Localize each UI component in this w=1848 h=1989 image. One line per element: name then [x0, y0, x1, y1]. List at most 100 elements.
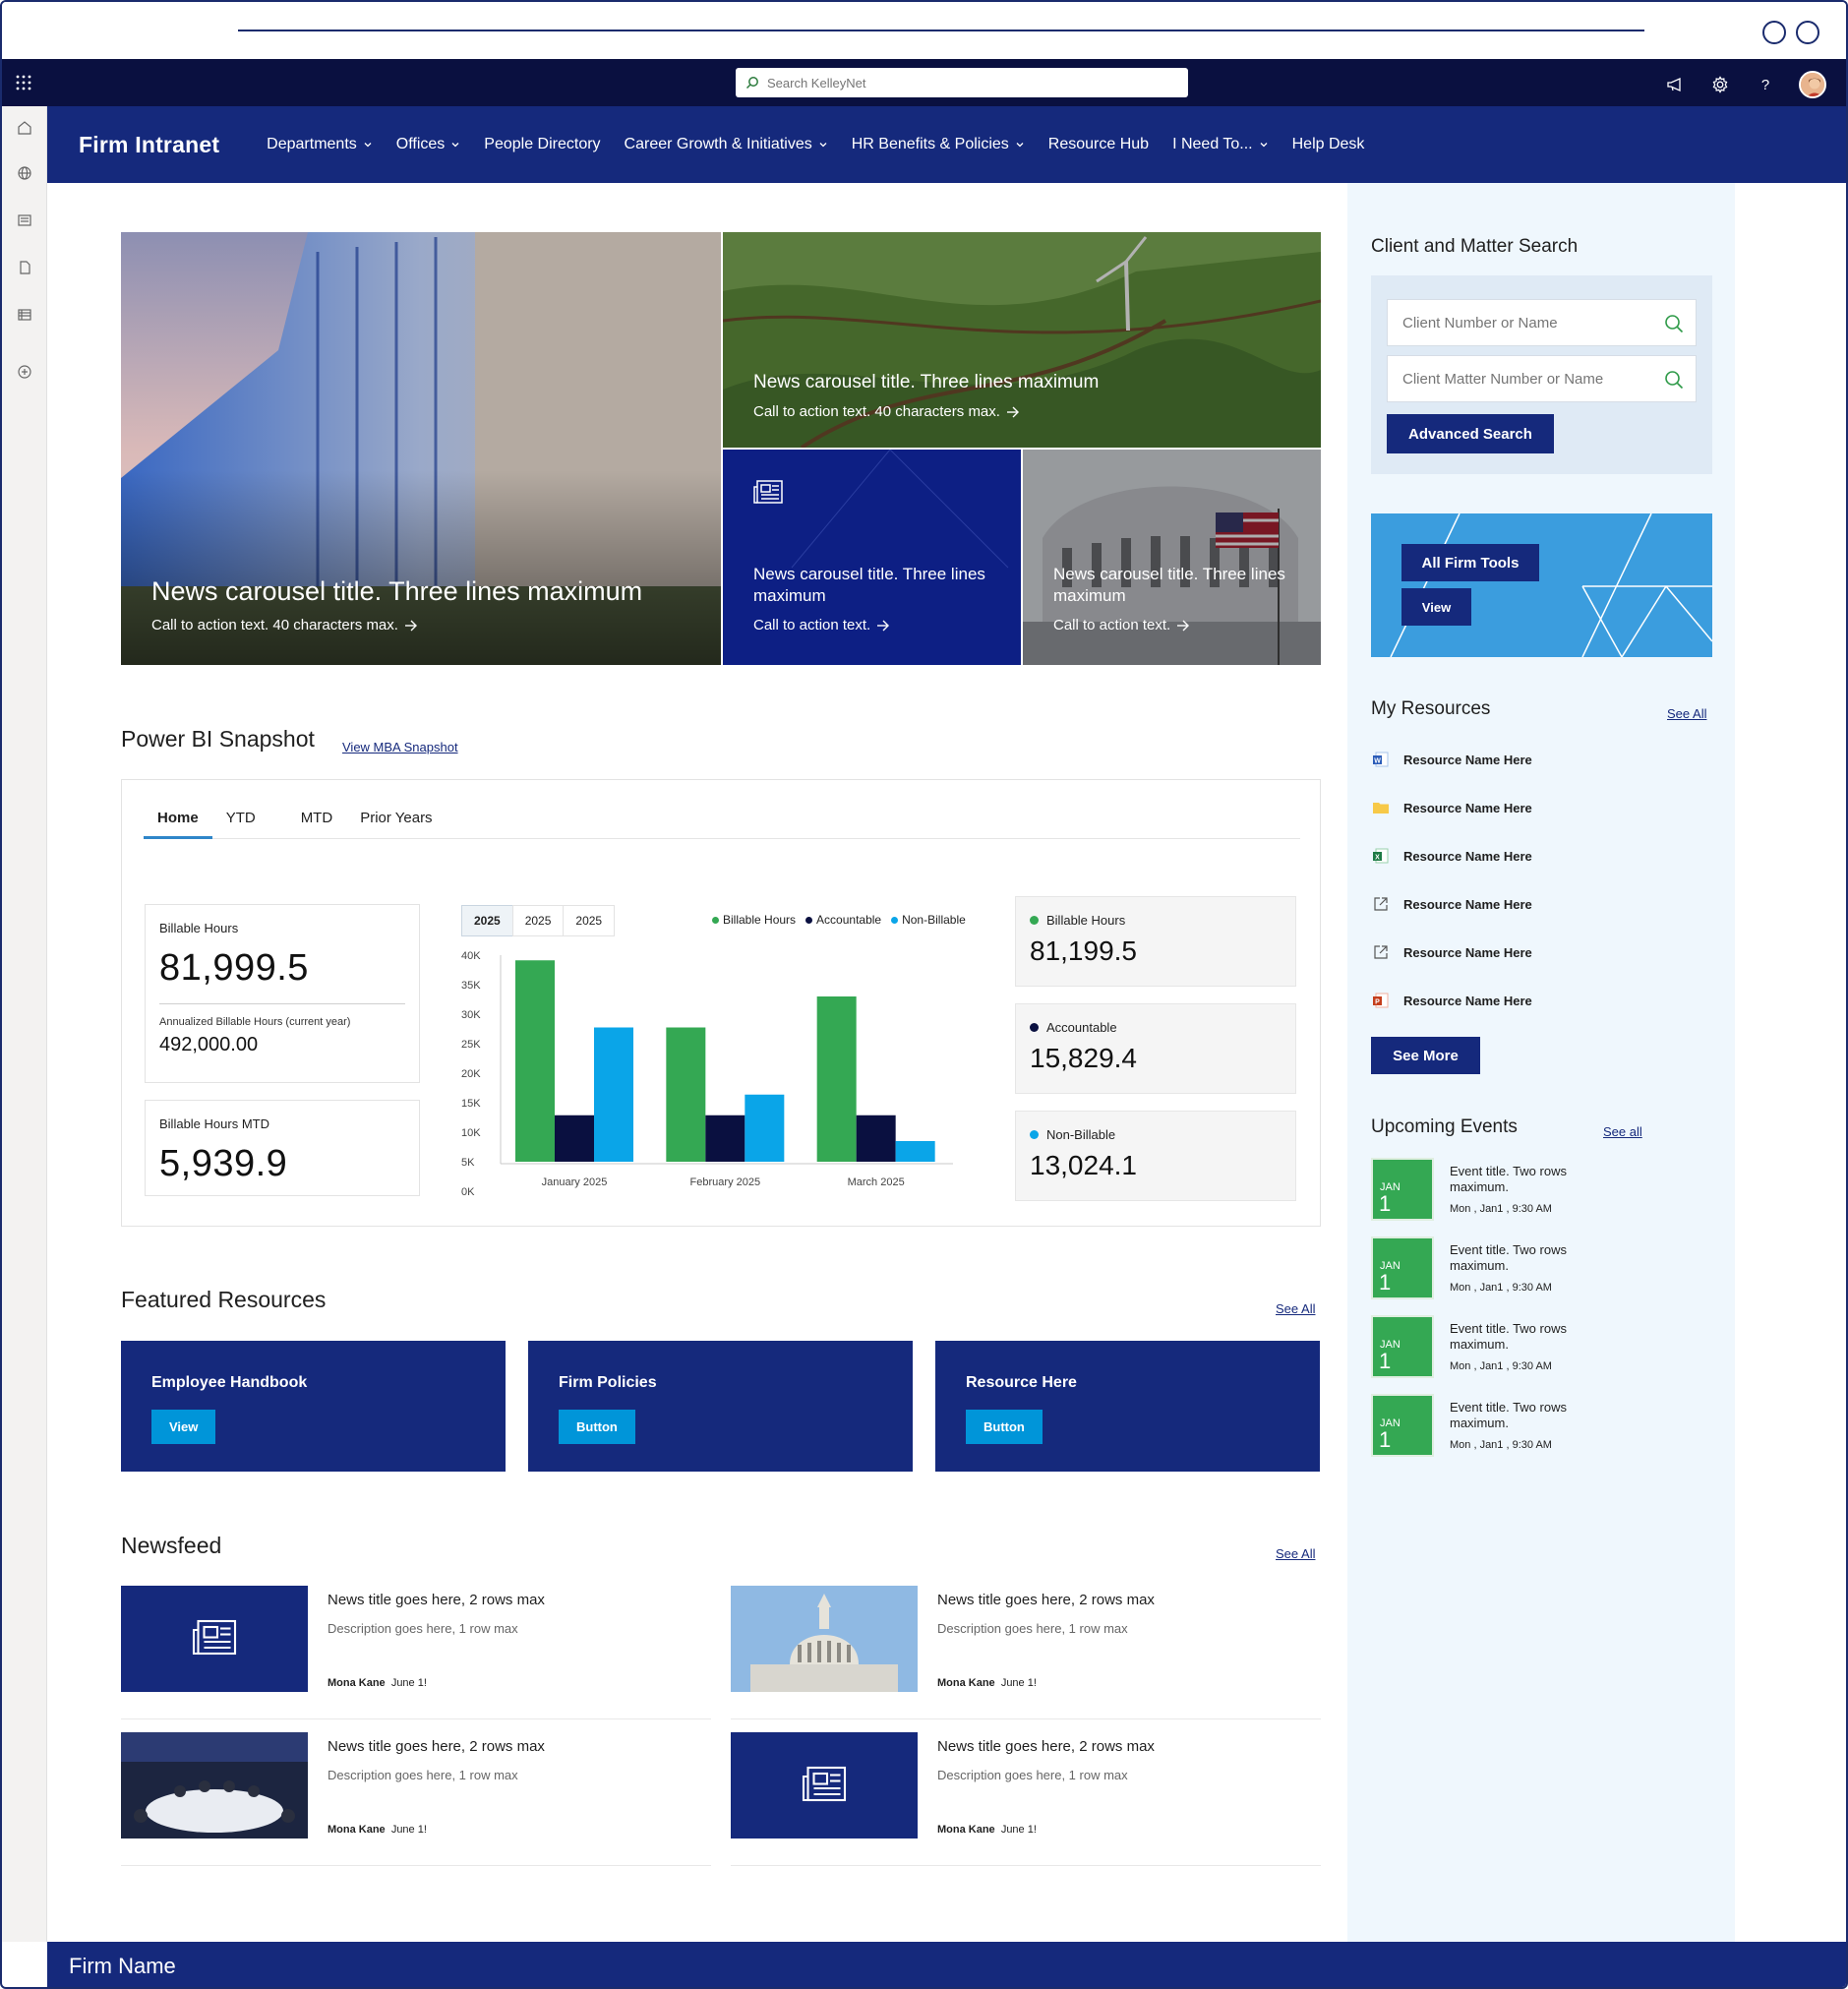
hero-bottom-middle-title[interactable]: News carousel title. Three lines maximum [753, 564, 989, 607]
event-item[interactable]: JAN 1 Event title. Two rows maximum. Mon , … [1371, 1394, 1666, 1459]
suite-actions: ? [1663, 71, 1826, 98]
hero-bottom-right-title[interactable]: News carousel title. Three lines maximum [1053, 564, 1289, 607]
site-title[interactable]: Firm Intranet [79, 132, 219, 158]
document-icon[interactable] [15, 258, 34, 277]
bar-non-billable[interactable] [594, 1027, 633, 1163]
year-button[interactable]: 2025 [563, 905, 616, 936]
nav-item[interactable]: People Directory [472, 136, 612, 153]
newsfeed-title: Newsfeed [121, 1533, 222, 1558]
resource-item[interactable]: X Resource Name Here [1371, 846, 1532, 866]
event-title[interactable]: Event title. Two rows maximum. [1450, 1164, 1607, 1195]
nav-item[interactable]: I Need To... [1161, 136, 1281, 153]
hero-top-right-cta[interactable]: Call to action text. 40 characters max. [753, 403, 1099, 420]
globe-icon[interactable] [15, 163, 34, 183]
user-avatar[interactable] [1799, 71, 1826, 98]
bar-accountable[interactable] [555, 1115, 594, 1162]
hero-tile-large[interactable]: News carousel title. Three lines maximum… [121, 232, 721, 665]
matter-search-input[interactable] [1402, 370, 1653, 388]
bar-billable-hours[interactable] [816, 996, 857, 1162]
featured-see-all-link[interactable]: See All [1276, 1301, 1315, 1316]
hero-tile-bottom-right[interactable]: News carousel title. Three lines maximum… [1023, 450, 1321, 665]
help-icon[interactable]: ? [1754, 73, 1777, 96]
news-item[interactable]: News title goes here, 2 rows max Descrip… [731, 1732, 1321, 1866]
news-item[interactable]: News title goes here, 2 rows max Descrip… [121, 1586, 711, 1719]
app-launcher-icon[interactable] [16, 75, 31, 90]
resource-item[interactable]: Resource Name Here [1371, 942, 1532, 962]
home-icon[interactable] [15, 118, 34, 138]
resource-item[interactable]: W Resource Name Here [1371, 750, 1532, 769]
bar-non-billable[interactable] [895, 1141, 935, 1162]
events-see-all-link[interactable]: See all [1603, 1124, 1642, 1139]
nav-item[interactable]: Offices [385, 136, 473, 153]
view-mba-snapshot-link[interactable]: View MBA Snapshot [342, 740, 458, 754]
event-item[interactable]: JAN 1 Event title. Two rows maximum. Mon , … [1371, 1158, 1666, 1223]
tab-home[interactable]: Home [144, 808, 212, 839]
news-item[interactable]: News title goes here, 2 rows max Descrip… [731, 1586, 1321, 1719]
window-control-circle[interactable] [1762, 21, 1786, 44]
nav-item[interactable]: Help Desk [1281, 136, 1377, 153]
nav-item[interactable]: HR Benefits & Policies [840, 136, 1037, 153]
hero-tile-bottom-middle[interactable]: News carousel title. Three lines maximum… [723, 450, 1021, 665]
global-search-box[interactable] [736, 68, 1188, 97]
tab-prior-years[interactable]: Prior Years [346, 808, 446, 839]
event-title[interactable]: Event title. Two rows maximum. [1450, 1321, 1607, 1353]
hero-large-title[interactable]: News carousel title. Three lines maximum [151, 576, 642, 607]
stat-value: 81,199.5 [1030, 935, 1137, 966]
hero-bottom-right-cta[interactable]: Call to action text. [1053, 617, 1289, 633]
event-title[interactable]: Event title. Two rows maximum. [1450, 1400, 1607, 1431]
news-item[interactable]: News title goes here, 2 rows max Descrip… [121, 1732, 711, 1866]
hero-top-right-title[interactable]: News carousel title. Three lines maximum [753, 372, 1099, 393]
tab-ytd[interactable]: YTD [212, 808, 269, 839]
event-title[interactable]: Event title. Two rows maximum. [1450, 1242, 1607, 1274]
resource-item[interactable]: P Resource Name Here [1371, 991, 1532, 1010]
news-title[interactable]: News title goes here, 2 rows max [328, 1738, 545, 1755]
nav-item[interactable]: Resource Hub [1037, 136, 1161, 153]
hero-bottom-middle-cta[interactable]: Call to action text. [753, 617, 989, 633]
news-icon[interactable] [15, 211, 34, 230]
advanced-search-button[interactable]: Advanced Search [1387, 414, 1554, 453]
featured-card-button[interactable]: Button [966, 1410, 1043, 1444]
event-time: Mon , Jan1 , 9:30 AM [1450, 1439, 1552, 1451]
event-item[interactable]: JAN 1 Event title. Two rows maximum. Mon , … [1371, 1236, 1666, 1301]
add-icon[interactable] [15, 362, 34, 382]
hero-tile-top-right[interactable]: News carousel title. Three lines maximum… [723, 232, 1321, 448]
all-firm-tools-button[interactable]: All Firm Tools [1401, 544, 1539, 581]
year-button[interactable]: 2025 [461, 905, 513, 936]
hero-large-cta[interactable]: Call to action text. 40 characters max. [151, 617, 642, 633]
news-title[interactable]: News title goes here, 2 rows max [328, 1592, 545, 1608]
news-title[interactable]: News title goes here, 2 rows max [937, 1592, 1155, 1608]
bar-non-billable[interactable] [745, 1094, 785, 1162]
featured-card-button[interactable]: Button [559, 1410, 635, 1444]
global-search-input[interactable] [767, 75, 1161, 90]
client-search-field[interactable] [1387, 299, 1697, 346]
newsfeed-see-all-link[interactable]: See All [1276, 1546, 1315, 1561]
megaphone-icon[interactable] [1663, 73, 1687, 96]
resource-item[interactable]: Resource Name Here [1371, 798, 1532, 817]
app-left-rail [2, 106, 47, 1942]
gear-icon[interactable] [1708, 73, 1732, 96]
resource-item[interactable]: Resource Name Here [1371, 894, 1532, 914]
bar-accountable[interactable] [856, 1115, 896, 1162]
tab-mtd[interactable]: MTD [287, 808, 347, 839]
bar-billable-hours[interactable] [515, 960, 555, 1162]
bar-accountable[interactable] [705, 1115, 745, 1162]
bar-billable-hours[interactable] [666, 1027, 706, 1163]
firm-tools-view-button[interactable]: View [1401, 588, 1471, 626]
geometric-pattern [1371, 513, 1712, 657]
resources-see-all-link[interactable]: See All [1667, 706, 1706, 721]
news-title[interactable]: News title goes here, 2 rows max [937, 1738, 1155, 1755]
featured-card-button[interactable]: View [151, 1410, 216, 1444]
matter-search-field[interactable] [1387, 355, 1697, 402]
search-icon[interactable] [1664, 370, 1684, 390]
svg-text:W: W [1374, 758, 1381, 765]
see-more-button[interactable]: See More [1371, 1037, 1480, 1074]
event-item[interactable]: JAN 1 Event title. Two rows maximum. Mon , … [1371, 1315, 1666, 1380]
legend-label: Accountable [816, 913, 882, 927]
nav-item[interactable]: Departments [255, 136, 385, 153]
client-search-input[interactable] [1402, 314, 1653, 332]
list-icon[interactable] [15, 305, 34, 325]
search-icon[interactable] [1664, 314, 1684, 333]
window-control-circle[interactable] [1796, 21, 1819, 44]
year-button[interactable]: 2025 [511, 905, 565, 936]
nav-item[interactable]: Career Growth & Initiatives [613, 136, 840, 153]
